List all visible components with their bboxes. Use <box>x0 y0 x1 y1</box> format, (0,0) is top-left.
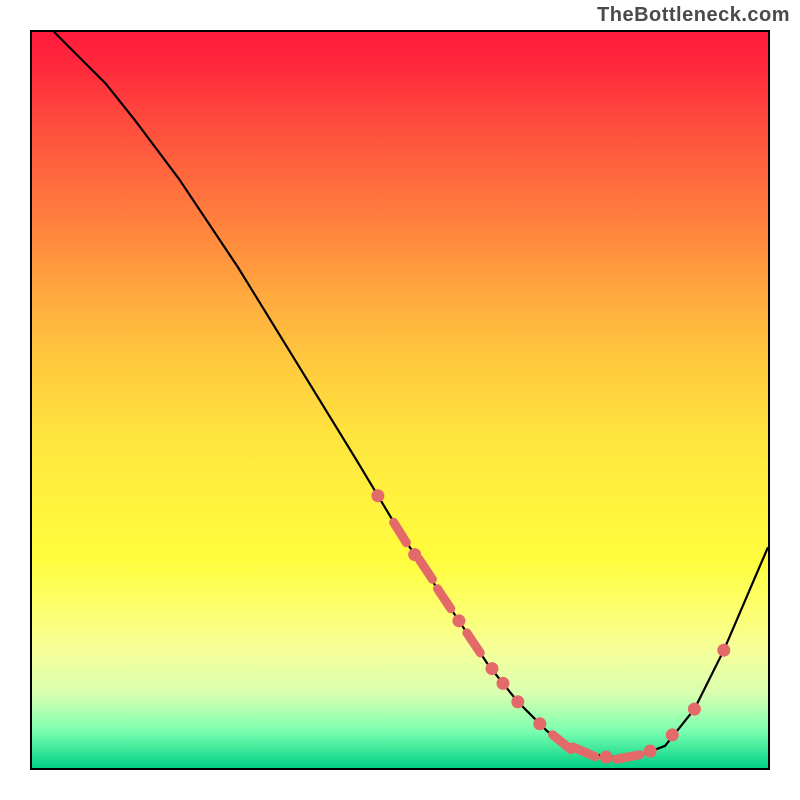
highlight-dash <box>438 589 451 609</box>
highlight-dash <box>616 755 640 760</box>
watermark-label: TheBottleneck.com <box>597 4 790 27</box>
highlight-dot <box>717 644 730 657</box>
plot-area <box>30 30 770 770</box>
chart-container: TheBottleneck.com <box>0 0 800 800</box>
highlight-dash <box>573 747 595 757</box>
highlight-dot <box>486 662 499 675</box>
highlight-dot <box>600 751 613 764</box>
highlight-dash <box>394 522 407 542</box>
curve-svg <box>32 32 768 768</box>
highlight-dot <box>511 695 524 708</box>
highlight-dot <box>497 677 510 690</box>
highlight-dot <box>371 489 384 502</box>
highlight-dash <box>467 633 480 653</box>
highlight-dot <box>666 728 679 741</box>
highlight-dash <box>419 559 432 579</box>
highlight-dot <box>688 703 701 716</box>
highlight-dot <box>452 614 465 627</box>
highlight-dash <box>553 735 572 750</box>
highlight-dot <box>644 745 657 758</box>
highlight-dot <box>533 717 546 730</box>
curve-path <box>54 32 768 757</box>
highlight-points <box>371 489 730 763</box>
